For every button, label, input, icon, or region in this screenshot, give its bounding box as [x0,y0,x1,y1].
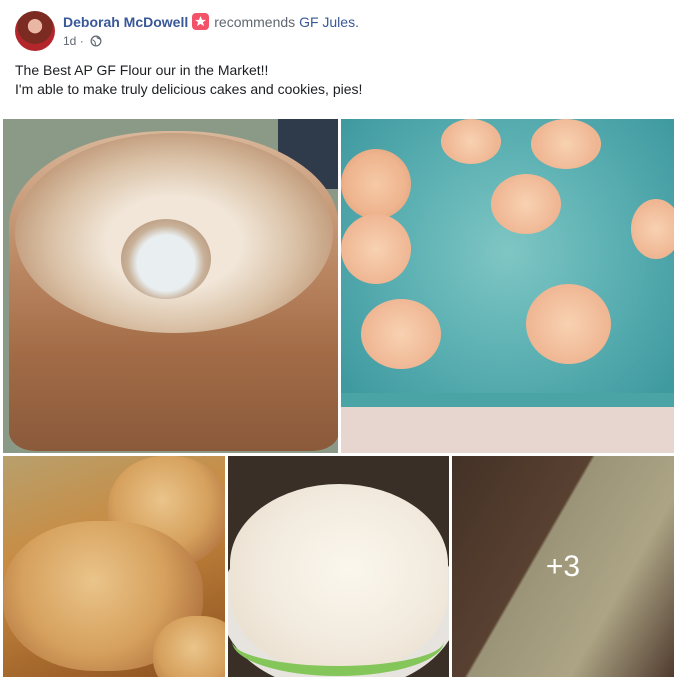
post-body: The Best AP GF Flour our in the Market!!… [15,61,655,99]
page-name-link[interactable]: GF Jules. [299,14,359,30]
photo-apple-dumplings[interactable] [3,456,225,677]
post-timestamp[interactable]: 1d [63,34,76,48]
recommends-label: recommends [214,14,296,30]
green-frosting-trim [232,606,444,676]
frosting-rosette [361,299,441,369]
frosting-rosette [491,174,561,234]
post-meta: 1d · [63,33,102,51]
author-name-link[interactable]: Deborah McDowell [63,14,188,30]
frosting-rosette [531,119,601,169]
photo-angel-food-cake[interactable] [3,119,338,453]
frosting-rosette [441,119,501,164]
star-icon [192,13,210,30]
post-text-line-1: The Best AP GF Flour our in the Market!! [15,62,269,78]
frosting-rosette [631,199,674,259]
photo-frosted-cake-teal[interactable] [341,119,674,453]
frosting-rosette [341,214,411,284]
photo-white-cake-green-trim[interactable] [228,456,449,677]
post-text-line-2: I'm able to make truly delicious cakes a… [15,81,363,97]
frosting-rosette [526,284,611,364]
globe-icon[interactable] [90,35,102,51]
more-photos-count[interactable]: +3 [452,456,674,677]
cake-side [341,393,674,453]
frosting-rosette [341,149,411,219]
author-avatar[interactable] [15,11,55,51]
cake-center-hole [121,219,211,299]
post-header: Deborah McDowell recommends GF Jules. [63,13,359,31]
photo-layer-cake-more[interactable]: +3 [452,456,674,677]
meta-separator: · [79,34,84,48]
